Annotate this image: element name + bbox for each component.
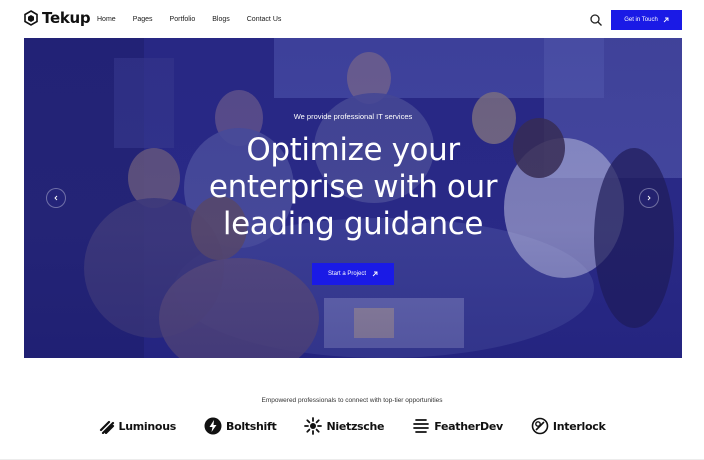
get-in-touch-label: Get in Touch	[624, 17, 658, 23]
luminous-logo-icon	[99, 420, 114, 434]
hexagon-logo-icon	[24, 10, 38, 26]
search-button[interactable]	[589, 13, 603, 27]
hero-banner: We provide professional IT services Opti…	[24, 38, 682, 358]
partner-name: Interlock	[552, 419, 606, 433]
partner-logo: Luminous	[99, 417, 176, 435]
nav-item-blogs[interactable]: Blogs	[212, 15, 230, 25]
arrow-up-right-icon	[372, 271, 378, 277]
hero-title-line: enterprise with our	[208, 169, 498, 205]
partner-name: FeatherDev	[434, 419, 503, 433]
nav-item-pages[interactable]: Pages	[133, 15, 153, 25]
partner-name: Nietzsche	[326, 419, 385, 433]
partner-name: Luminous	[118, 419, 177, 433]
carousel-next-button[interactable]	[639, 188, 659, 208]
nav-item-portfolio[interactable]: Portfolio	[170, 15, 196, 25]
featherdev-logo-icon	[413, 419, 430, 433]
hero-title-line: Optimize your	[246, 132, 460, 168]
hero-eyebrow: We provide professional IT services	[293, 112, 413, 121]
main-nav: Home Pages Portfolio Blogs Contact Us	[97, 15, 298, 25]
chevron-right-icon	[647, 195, 651, 201]
partner-logo: Interlock	[531, 417, 606, 435]
partner-logo: Boltshift	[204, 417, 277, 435]
arrow-up-right-icon	[663, 17, 669, 23]
partners-tagline: Empowered professionals to connect with …	[261, 397, 443, 404]
nav-item-home[interactable]: Home	[97, 15, 116, 25]
partner-name: Boltshift	[225, 419, 277, 433]
nietzsche-logo-icon	[304, 417, 323, 435]
brand-logo[interactable]: Tekup	[24, 9, 91, 27]
site-header: Tekup Home Pages Portfolio Blogs Contact…	[0, 0, 704, 38]
carousel-prev-button[interactable]	[46, 188, 66, 208]
nav-item-contact[interactable]: Contact Us	[247, 15, 282, 25]
partner-logos: Luminous Boltshift Nietzsche FeatherDev …	[0, 417, 704, 435]
start-project-label: Start a Project	[327, 271, 366, 277]
search-icon	[590, 14, 602, 26]
hero-title-line: leading guidance	[222, 206, 484, 242]
chevron-left-icon	[54, 195, 58, 201]
hero-title: Optimize your enterprise with our leadin…	[24, 132, 682, 243]
get-in-touch-button[interactable]: Get in Touch	[611, 10, 682, 30]
interlock-logo-icon	[531, 417, 549, 435]
partner-logo: FeatherDev	[412, 417, 503, 435]
partner-logo: Nietzsche	[304, 417, 385, 435]
boltshift-logo-icon	[204, 417, 222, 435]
start-project-button[interactable]: Start a Project	[312, 263, 394, 285]
brand-name: Tekup	[42, 9, 91, 27]
